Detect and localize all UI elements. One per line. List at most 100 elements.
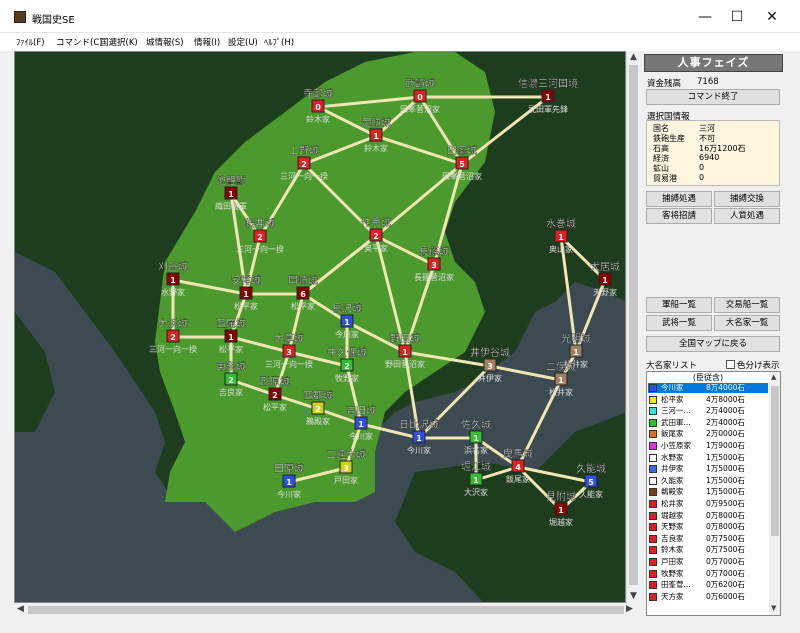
menu-command[interactable]: コマンド(C) xyxy=(56,36,103,48)
castle-owner: 鈴木家 xyxy=(364,143,388,153)
daimyo-color-swatch xyxy=(649,488,657,497)
menu-help[interactable]: ﾍﾙﾌﾟ(H) xyxy=(264,36,294,48)
castle-name: 足助城 xyxy=(361,116,391,129)
daimyo-kokudaka: 0万9500石 xyxy=(706,499,745,508)
side-panel: 人事フェイズ 資金残高 7168 コマンド終了 選択国情報 国名 三河 鉄砲生産不… xyxy=(641,51,786,617)
castle-troop-count: 5 xyxy=(588,478,594,487)
daimyo-name: 田峯菅... xyxy=(661,580,691,590)
scroll-down-icon[interactable]: ▼ xyxy=(630,591,637,601)
warship-list-button[interactable]: 軍船一覧 xyxy=(646,297,712,313)
castle-troop-count: 3 xyxy=(487,362,493,371)
info-row: 貿易港 0 xyxy=(653,173,704,184)
maximize-button[interactable]: ☐ xyxy=(722,6,752,28)
generals-list-button[interactable]: 武将一覧 xyxy=(646,315,712,331)
color-toggle-checkbox[interactable] xyxy=(726,360,735,369)
castle-troop-count: 2 xyxy=(315,405,321,414)
daimyo-name: 井伊家 xyxy=(661,464,684,474)
daimyo-kokudaka: 2万4000石 xyxy=(706,417,745,427)
daimyo-list-item[interactable]: 飯尾家 2万0000石 xyxy=(648,429,768,439)
daimyo-list-item[interactable]: 堀越家 0万8000石 xyxy=(648,511,768,521)
castle-owner: 野田菅沼家 xyxy=(385,359,425,369)
daimyo-list-item[interactable]: 今川家 8万4000石 xyxy=(648,383,768,394)
castle-troop-count: 1 xyxy=(402,348,408,357)
daimyo-color-swatch xyxy=(649,465,657,474)
menu-info[interactable]: 情報(I) xyxy=(194,36,220,48)
castle-name: 長沢城 xyxy=(332,302,362,315)
return-to-world-map-button[interactable]: 全国マップに戻る xyxy=(646,336,780,352)
app-icon xyxy=(14,11,26,23)
daimyo-list-item[interactable]: 松井家 0万9500石 xyxy=(648,499,768,509)
daimyo-list-item[interactable]: 三河一... 2万4000石 xyxy=(648,406,768,416)
daimyo-list-item[interactable]: 鈴木家 0万7500石 xyxy=(648,545,768,555)
castle-name: 寺部城 xyxy=(303,87,333,100)
list-scroll-down-icon[interactable]: ▼ xyxy=(771,604,776,612)
minimize-button[interactable]: — xyxy=(690,6,720,28)
daimyo-list-item[interactable]: 井伊家 1万5000石 xyxy=(648,464,768,474)
daimyo-list-item[interactable]: 小笠原家 1万9000石 xyxy=(648,441,768,451)
province-info-box: 国名 三河 鉄砲生産 不可 石高 16万1200石 経済 6940 鉱山 0 貿易港 0 xyxy=(646,120,780,186)
daimyo-name: 堀越家 xyxy=(661,510,684,520)
daimyo-name: 水野家 xyxy=(661,452,684,462)
info-key: 経済 xyxy=(653,154,669,163)
guest-invite-button[interactable]: 客将招請 xyxy=(646,208,712,224)
daimyo-list[interactable]: (臣従含) 今川家 8万4000石 松平家 4万8000石 三河一... 2万4000石武… xyxy=(646,371,781,616)
daimyo-list-button[interactable]: 大名家一覧 xyxy=(714,315,780,331)
daimyo-list-item[interactable]: 天野家 0万8000石 xyxy=(648,522,768,532)
castle-troop-count: 1 xyxy=(358,420,364,429)
daimyo-list-item[interactable]: 吉良家 0万7500石 xyxy=(648,534,768,544)
capture-treatment-button[interactable]: 捕縛処遇 xyxy=(646,191,712,207)
daimyo-list-item[interactable]: 田峯菅... 0万6200石 xyxy=(648,580,768,590)
map-view[interactable]: 寺部城 0 鈴木家 武節城 0 田峯菅沼家 信濃三河国境 1 武田軍先鋒 足助城 1 鈴木家 上野城 2 三… xyxy=(14,51,626,603)
castle-troop-count: 2 xyxy=(373,232,379,241)
daimyo-list-scrollbar[interactable]: ▲ ▼ xyxy=(769,372,780,615)
daimyo-color-swatch xyxy=(649,430,657,439)
map-canvas[interactable]: 寺部城0鈴木家武節城0田峯菅沼家信濃三河国境1武田軍先鋒足助城1鈴木家上野城2三… xyxy=(15,52,626,603)
map-vertical-scrollbar[interactable]: ▲ ▼ xyxy=(626,51,640,603)
daimyo-list-item[interactable]: 水野家 1万5000石 xyxy=(648,453,768,463)
castle-name: 池鯉鮒 xyxy=(216,174,246,187)
end-command-button[interactable]: コマンド終了 xyxy=(646,89,780,105)
castle-owner: 水野家 xyxy=(161,287,185,297)
daimyo-name: 武田軍... xyxy=(661,417,691,427)
scroll-right-icon[interactable]: ▶ xyxy=(626,604,633,614)
castle-troop-count: 1 xyxy=(545,93,551,102)
daimyo-list-item[interactable]: 鵜殿家 1万5000石 xyxy=(648,487,768,497)
castle-name: 桜井城 xyxy=(245,217,275,230)
menu-file[interactable]: ﾌｧｲﾙ(F) xyxy=(16,36,45,48)
daimyo-color-swatch xyxy=(649,442,657,450)
castle-name: 野田城 xyxy=(390,333,420,345)
menu-settings[interactable]: 設定(U) xyxy=(228,36,258,48)
info-value: 0 xyxy=(699,173,705,182)
menu-select-province[interactable]: 国選択(K) xyxy=(100,36,138,48)
daimyo-kokudaka: 0万8000石 xyxy=(706,522,745,532)
list-scroll-up-icon[interactable]: ▲ xyxy=(771,373,776,381)
close-button[interactable]: ✕ xyxy=(757,6,787,28)
castle-owner: 井伊家 xyxy=(478,373,502,383)
info-key: 石高 xyxy=(653,144,669,153)
map-horizontal-scrollbar[interactable]: ◀ ▶ xyxy=(14,603,640,617)
castle-troop-count: 1 xyxy=(416,434,422,443)
daimyo-list-item[interactable]: 松平家 4万8000石 xyxy=(648,395,768,405)
horizontal-scroll-thumb[interactable] xyxy=(28,606,624,614)
castle-name: 佐久城 xyxy=(461,419,491,431)
list-scroll-thumb[interactable] xyxy=(771,386,779,536)
castle-owner: 今川家 xyxy=(349,431,373,441)
vertical-scroll-thumb[interactable] xyxy=(629,65,638,585)
castle-owner: 三河一向一揆 xyxy=(265,359,313,369)
funds-value: 7168 xyxy=(697,77,719,87)
castle-name: 大草城 xyxy=(274,332,304,345)
hostage-treatment-button[interactable]: 人質処遇 xyxy=(714,208,780,224)
scroll-left-icon[interactable]: ◀ xyxy=(17,604,24,614)
capture-exchange-button[interactable]: 捕縛交換 xyxy=(714,191,780,207)
scroll-up-icon[interactable]: ▲ xyxy=(630,52,637,62)
menu-castle-info[interactable]: 城情報(S) xyxy=(146,36,184,48)
daimyo-list-item[interactable]: 戸田家 0万7000石 xyxy=(648,557,768,567)
castle-owner: 長篠菅沼家 xyxy=(414,272,454,282)
daimyo-list-item[interactable]: 久能家 1万5000石 xyxy=(648,476,768,486)
daimyo-list-item[interactable]: 天方家 0万6000石 xyxy=(648,592,768,602)
castle-name: 田峯城 xyxy=(447,145,477,157)
trade-ship-list-button[interactable]: 交易船一覧 xyxy=(714,297,780,313)
daimyo-name: 牧野家 xyxy=(661,568,684,578)
daimyo-list-item[interactable]: 武田軍... 2万4000石 xyxy=(648,418,768,428)
daimyo-list-item[interactable]: 牧野家 0万7000石 xyxy=(648,569,768,579)
